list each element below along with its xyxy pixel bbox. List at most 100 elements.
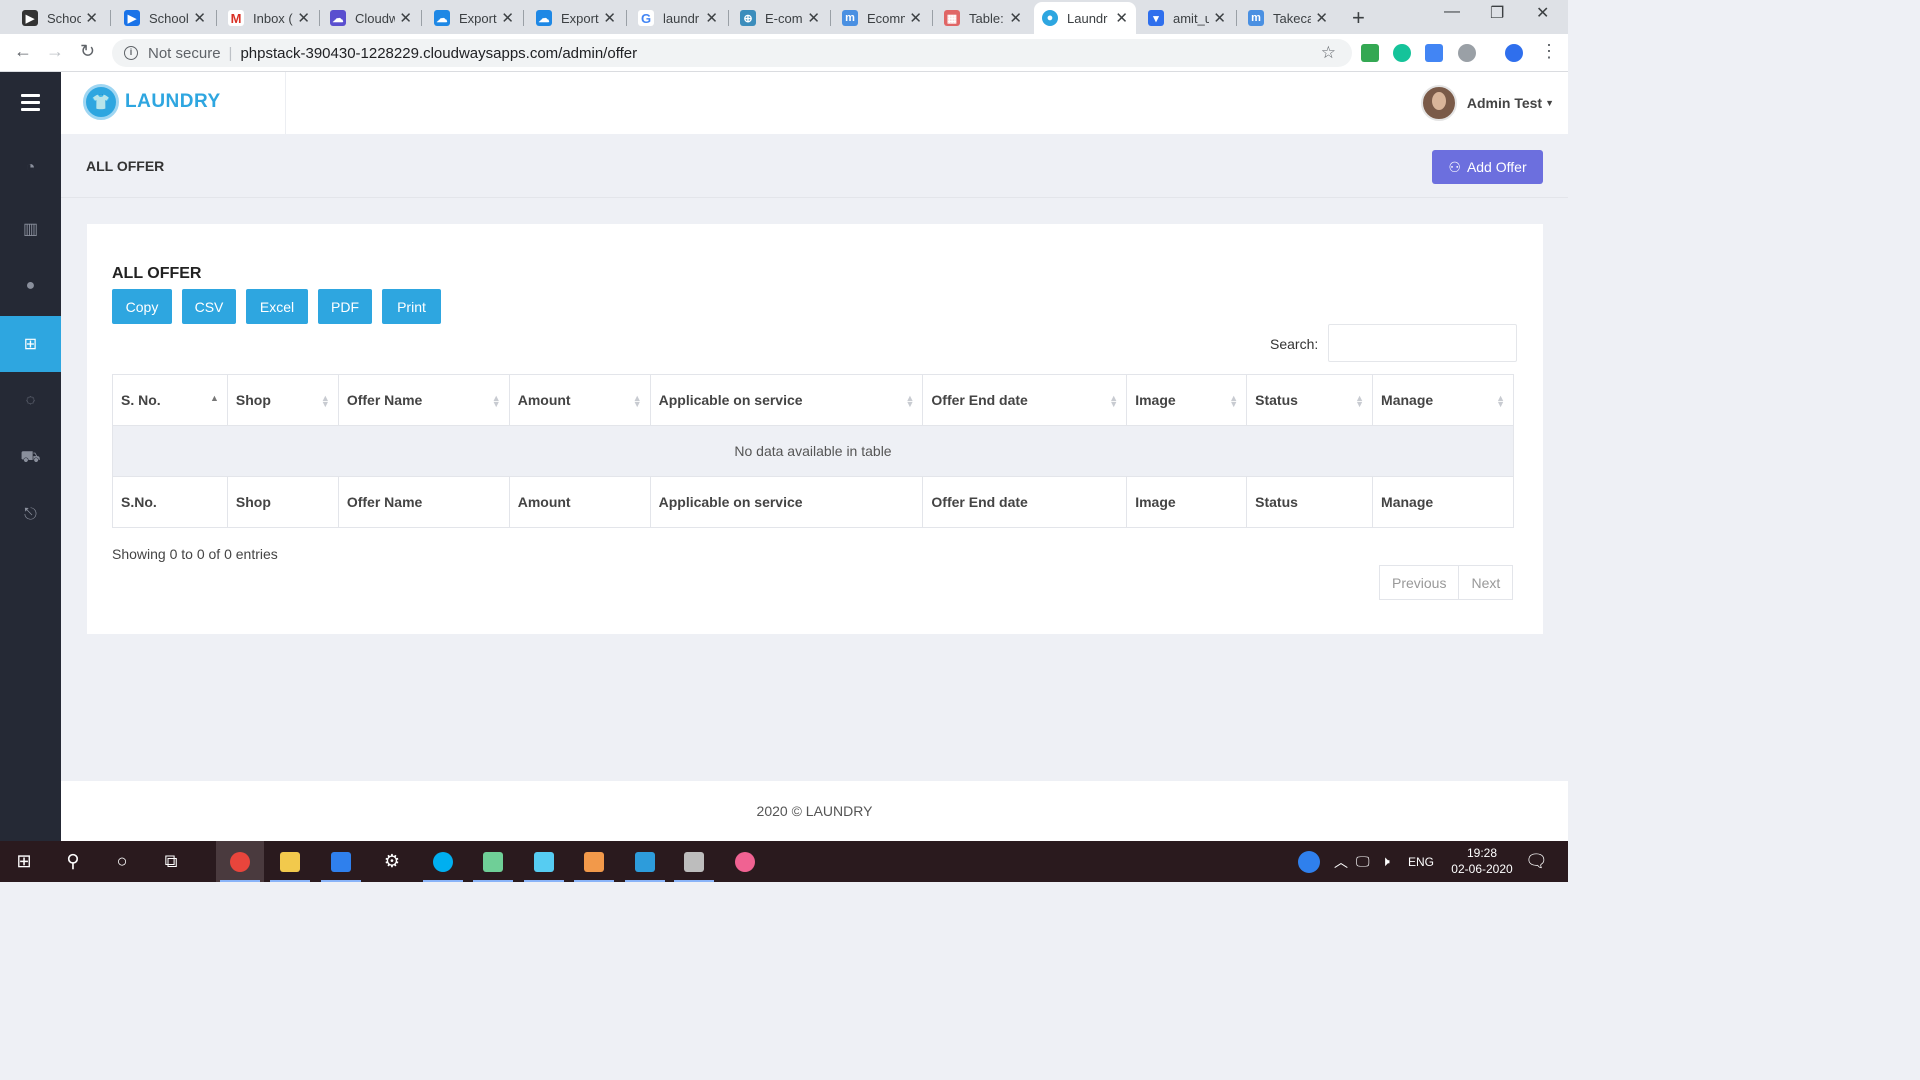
back-icon[interactable]: ←	[14, 41, 32, 62]
tab-close-icon[interactable]: ✕	[501, 9, 514, 27]
tab-close-icon[interactable]: ✕	[1009, 9, 1022, 27]
copy-button[interactable]: Copy	[112, 289, 172, 324]
column-label: S. No.	[121, 392, 161, 408]
add-offer-button[interactable]: ⚇ Add Offer	[1432, 150, 1543, 184]
translate-icon[interactable]	[1425, 44, 1443, 62]
tab-close-icon[interactable]: ✕	[909, 9, 922, 27]
browser-tab[interactable]: M Inbox ( ✕	[220, 2, 318, 34]
file-explorer-icon[interactable]	[266, 841, 314, 882]
column-header[interactable]: Status ▲ ▼	[1246, 374, 1374, 426]
next-button[interactable]: Next	[1459, 565, 1514, 600]
gift-icon[interactable]: ⊞	[0, 316, 61, 372]
pdf-button[interactable]: PDF	[318, 289, 372, 324]
browser-tab-active[interactable]: ● Laundr ✕	[1034, 2, 1136, 34]
windows-start-icon[interactable]: ⊞	[0, 841, 48, 882]
brand-logo[interactable]: 👕 LAUNDRY	[83, 84, 221, 120]
cortana-icon[interactable]: ○	[98, 841, 146, 882]
search-icon[interactable]: ⚲	[49, 841, 97, 882]
notifications-icon[interactable]: 🗨	[1525, 841, 1548, 882]
browser-tab[interactable]: ⊕ E-com ✕	[732, 2, 828, 34]
profile-icon[interactable]	[1505, 44, 1523, 62]
address-bar[interactable]: i Not secure | phpstack-390430-1228229.c…	[112, 39, 1352, 67]
app-l-icon[interactable]	[317, 841, 365, 882]
column-header[interactable]: Amount ▲ ▼	[508, 374, 651, 426]
column-header[interactable]: Offer Name ▲ ▼	[337, 374, 510, 426]
network-app-icon[interactable]	[621, 841, 669, 882]
tab-close-icon[interactable]: ✕	[1213, 9, 1226, 27]
chrome-app-icon[interactable]	[216, 841, 264, 882]
tab-close-icon[interactable]: ✕	[297, 9, 310, 27]
network-icon[interactable]: 🖵	[1356, 841, 1370, 882]
user-menu[interactable]: Admin Test ▼	[1420, 85, 1554, 121]
minimize-icon[interactable]: —	[1444, 3, 1460, 21]
volume-icon[interactable]: 🕨	[1381, 841, 1390, 882]
task-view-icon[interactable]: ⧉	[147, 841, 195, 882]
help-icon[interactable]	[1298, 841, 1320, 882]
sort-icon: ▲ ▼	[1496, 393, 1505, 409]
reload-icon[interactable]: ↻	[80, 41, 95, 62]
column-header[interactable]: S. No. ▲	[112, 374, 228, 426]
settings-gear-icon[interactable]: ⚙	[368, 841, 416, 882]
column-header[interactable]: Applicable on service ▲ ▼	[649, 374, 924, 426]
browser-tab[interactable]: ☁ Cloudw ✕	[322, 2, 420, 34]
tab-label: Inbox (	[253, 10, 293, 26]
remote-desktop-icon[interactable]	[670, 841, 718, 882]
coupon-icon[interactable]: ●	[0, 258, 61, 314]
tab-close-icon[interactable]: ✕	[705, 9, 718, 27]
grammarly-icon[interactable]	[1393, 44, 1411, 62]
search-input[interactable]	[1328, 324, 1517, 362]
tab-close-icon[interactable]: ✕	[399, 9, 412, 27]
browser-tab[interactable]: ▦ Table: a ✕	[936, 2, 1030, 34]
extension-tv-icon[interactable]	[1361, 44, 1379, 62]
tab-close-icon[interactable]: ✕	[1115, 9, 1128, 27]
itunes-icon[interactable]	[721, 841, 769, 882]
tab-close-icon[interactable]: ✕	[807, 9, 820, 27]
sublime-text-icon[interactable]	[570, 841, 618, 882]
browser-tab[interactable]: ▶ School ✕	[116, 2, 214, 34]
browser-tab[interactable]: ▶ School ✕	[14, 2, 106, 34]
column-header[interactable]: Offer End date ▲ ▼	[922, 374, 1128, 426]
tab-close-icon[interactable]: ✕	[85, 9, 98, 27]
url-text[interactable]: phpstack-390430-1228229.cloudwaysapps.co…	[240, 45, 637, 62]
footer-column-label: Shop	[226, 476, 339, 528]
forward-icon[interactable]: →	[46, 41, 64, 62]
skype-icon[interactable]	[419, 841, 467, 882]
address-divider: |	[228, 44, 233, 62]
browser-tab[interactable]: ☁ Export ✕	[528, 2, 624, 34]
system-clock[interactable]: 19:28 02-06-2020	[1442, 845, 1522, 877]
column-header[interactable]: Image ▲ ▼	[1126, 374, 1248, 426]
sort-icon: ▲ ▼	[1109, 393, 1119, 409]
language-indicator[interactable]: ENG	[1408, 841, 1434, 882]
browser-tab[interactable]: ☁ Export ✕	[426, 2, 522, 34]
column-header[interactable]: Manage ▲ ▼	[1372, 374, 1514, 426]
tab-close-icon[interactable]: ✕	[193, 9, 206, 27]
tray-chevron-up-icon[interactable]: ︿	[1334, 841, 1348, 882]
tab-close-icon[interactable]: ✕	[1315, 9, 1328, 27]
new-tab-button[interactable]: +	[1352, 5, 1365, 31]
column-header[interactable]: Shop ▲ ▼	[226, 374, 339, 426]
logout-icon[interactable]: ⎋	[0, 487, 61, 543]
browser-tab[interactable]: ▾ amit_u ✕	[1140, 2, 1234, 34]
close-window-icon[interactable]: ✕	[1536, 3, 1549, 23]
csv-button[interactable]: CSV	[182, 289, 236, 324]
browser-tab[interactable]: m Takeca ✕	[1240, 2, 1336, 34]
excel-button[interactable]: Excel	[246, 289, 308, 324]
browser-tab[interactable]: m Ecomm ✕	[834, 2, 930, 34]
info-icon[interactable]: i	[124, 46, 138, 60]
window-app-icon[interactable]	[520, 841, 568, 882]
menu-kebab-icon[interactable]: ⋮	[1540, 41, 1558, 62]
bookmark-star-icon[interactable]: ☆	[1321, 43, 1336, 63]
browser-tab[interactable]: G laundr ✕	[630, 2, 726, 34]
restore-icon[interactable]: ❐	[1490, 3, 1504, 23]
extension-icon[interactable]	[1458, 44, 1476, 62]
cart-icon[interactable]: ⛟	[0, 430, 61, 486]
tab-label: Cloudw	[355, 10, 396, 26]
previous-button[interactable]: Previous	[1379, 565, 1460, 600]
dashboard-icon[interactable]: ◔	[0, 140, 61, 196]
image-app-icon[interactable]	[469, 841, 517, 882]
print-button[interactable]: Print	[382, 289, 441, 324]
tag-icon[interactable]: ◌	[0, 373, 61, 429]
table-icon[interactable]: ▥	[0, 201, 61, 257]
hamburger-menu-icon[interactable]	[21, 94, 40, 115]
tab-close-icon[interactable]: ✕	[603, 9, 616, 27]
